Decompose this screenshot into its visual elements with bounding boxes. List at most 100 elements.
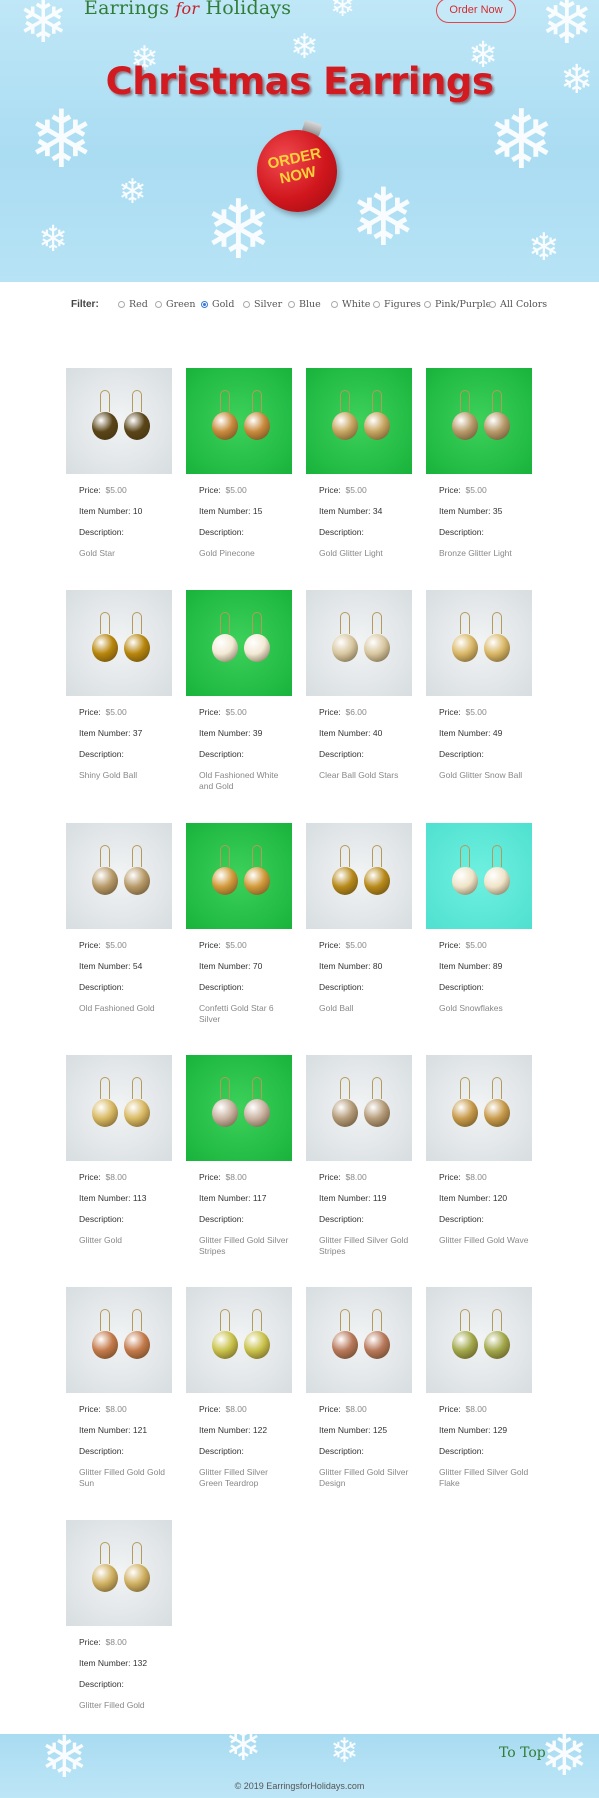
item-number-value: 89 [492, 961, 503, 971]
filter-option-label: Figures [384, 299, 421, 310]
radio-button[interactable] [155, 301, 162, 308]
radio-button[interactable] [118, 301, 125, 308]
product-image[interactable] [306, 1055, 412, 1161]
product-image[interactable] [306, 368, 412, 474]
earring-hook [132, 1077, 142, 1099]
earring-hook [100, 1077, 110, 1099]
product-image[interactable] [186, 368, 292, 474]
price-label: Price: [439, 940, 461, 950]
price-label: Price: [319, 1172, 341, 1182]
product-card[interactable]: Price: $5.00 Item Number: 10 Description: G… [66, 368, 172, 559]
product-image[interactable] [66, 1055, 172, 1161]
product-image[interactable] [426, 1055, 532, 1161]
product-card[interactable]: Price: $8.00 Item Number: 117 Description:… [186, 1055, 292, 1257]
price-value: $5.00 [465, 940, 487, 950]
filter-option-red[interactable]: Red [118, 299, 148, 310]
product-card[interactable]: Price: $8.00 Item Number: 120 Description:… [426, 1055, 532, 1246]
price-value: $5.00 [105, 707, 127, 717]
description-label: Description: [439, 982, 484, 992]
filter-option-pink-purple[interactable]: Pink/Purple [424, 299, 491, 310]
product-card[interactable]: Price: $8.00 Item Number: 121 Description:… [66, 1287, 172, 1489]
product-card[interactable]: Price: $8.00 Item Number: 125 Description:… [306, 1287, 412, 1489]
product-card[interactable]: Price: $5.00 Item Number: 89 Description: G… [426, 823, 532, 1014]
product-card[interactable]: Price: $8.00 Item Number: 122 Description:… [186, 1287, 292, 1489]
item-number-value: 117 [252, 1193, 267, 1203]
product-image[interactable] [66, 1520, 172, 1626]
header-banner: ❄ ❄ ❄ ❄ ❄ ❄ ❄ ❄ ❄ ❄ ❄ ❄ ❄ ❄ Earrings for… [0, 0, 599, 282]
description-value: Glitter Gold [79, 1235, 122, 1245]
site-logo[interactable]: Earrings for Holidays [84, 0, 291, 19]
item-number-label: Item Number: [319, 506, 371, 516]
product-image[interactable] [186, 823, 292, 929]
price-label: Price: [199, 940, 221, 950]
product-card[interactable]: Price: $8.00 Item Number: 113 Description:… [66, 1055, 172, 1246]
product-card[interactable]: Price: $6.00 Item Number: 40 Description: C… [306, 590, 412, 781]
product-image[interactable] [306, 1287, 412, 1393]
product-image[interactable] [426, 368, 532, 474]
filter-option-blue[interactable]: Blue [288, 299, 321, 310]
product-card[interactable]: Price: $5.00 Item Number: 34 Description: G… [306, 368, 412, 559]
radio-button[interactable] [201, 301, 208, 308]
product-card[interactable]: Price: $5.00 Item Number: 49 Description: G… [426, 590, 532, 781]
filter-option-figures[interactable]: Figures [373, 299, 421, 310]
earring-ornament [92, 1099, 118, 1127]
earring-hook [132, 1309, 142, 1331]
filter-option-white[interactable]: White [331, 299, 370, 310]
product-card[interactable]: Price: $5.00 Item Number: 54 Description: O… [66, 823, 172, 1014]
product-image[interactable] [306, 823, 412, 929]
radio-button[interactable] [288, 301, 295, 308]
filter-option-all-colors[interactable]: All Colors [489, 299, 547, 310]
earring-ornament [244, 1099, 270, 1127]
item-number-label: Item Number: [199, 728, 251, 738]
earring-ornament [124, 1331, 150, 1359]
product-card[interactable]: Price: $5.00 Item Number: 15 Description: G… [186, 368, 292, 559]
radio-button[interactable] [373, 301, 380, 308]
to-top-link[interactable]: To Top [499, 1745, 546, 1761]
earring-hook [132, 612, 142, 634]
product-image[interactable] [66, 823, 172, 929]
filter-option-green[interactable]: Green [155, 299, 196, 310]
product-image[interactable] [186, 1287, 292, 1393]
description-value: Gold Glitter Snow Ball [439, 770, 523, 780]
product-card[interactable]: Price: $5.00 Item Number: 35 Description: B… [426, 368, 532, 559]
price-label: Price: [319, 485, 341, 495]
snowflake-icon: ❄ [330, 1734, 359, 1771]
product-card[interactable]: Price: $5.00 Item Number: 37 Description: S… [66, 590, 172, 781]
radio-button[interactable] [243, 301, 250, 308]
product-card[interactable]: Price: $8.00 Item Number: 129 Description:… [426, 1287, 532, 1489]
filter-option-silver[interactable]: Silver [243, 299, 282, 310]
product-card[interactable]: Price: $5.00 Item Number: 39 Description: O… [186, 590, 292, 792]
earring-ornament [124, 634, 150, 662]
radio-button[interactable] [424, 301, 431, 308]
filter-option-label: All Colors [500, 299, 548, 310]
product-image[interactable] [186, 1055, 292, 1161]
product-image[interactable] [426, 590, 532, 696]
earring-hook [132, 390, 142, 412]
earring-hook [492, 612, 502, 634]
price-row: Price: $5.00 [439, 486, 532, 495]
product-image[interactable] [426, 823, 532, 929]
product-card[interactable]: Price: $5.00 Item Number: 80 Description: G… [306, 823, 412, 1014]
earring-hook [340, 390, 350, 412]
filter-bar: Filter: Red Green Gold Silver Blue White Figur… [0, 298, 599, 314]
filter-option-gold[interactable]: Gold [201, 299, 234, 310]
order-now-button[interactable]: Order Now [436, 0, 516, 23]
description-value: Gold Star [79, 548, 115, 558]
product-image[interactable] [186, 590, 292, 696]
radio-button[interactable] [331, 301, 338, 308]
price-label: Price: [79, 707, 101, 717]
product-card[interactable]: Price: $8.00 Item Number: 119 Description:… [306, 1055, 412, 1257]
description-value: Confetti Gold Star 6 Silver [199, 1003, 274, 1024]
product-image[interactable] [306, 590, 412, 696]
earring-hook [220, 845, 230, 867]
price-value: $8.00 [465, 1172, 487, 1182]
item-number-label: Item Number: [319, 961, 371, 971]
product-card[interactable]: Price: $5.00 Item Number: 70 Description: C… [186, 823, 292, 1025]
product-image[interactable] [66, 1287, 172, 1393]
radio-button[interactable] [489, 301, 496, 308]
product-image[interactable] [66, 590, 172, 696]
product-image[interactable] [426, 1287, 532, 1393]
product-card[interactable]: Price: $8.00 Item Number: 132 Description:… [66, 1520, 172, 1711]
earring-ornament [452, 634, 478, 662]
product-image[interactable] [66, 368, 172, 474]
